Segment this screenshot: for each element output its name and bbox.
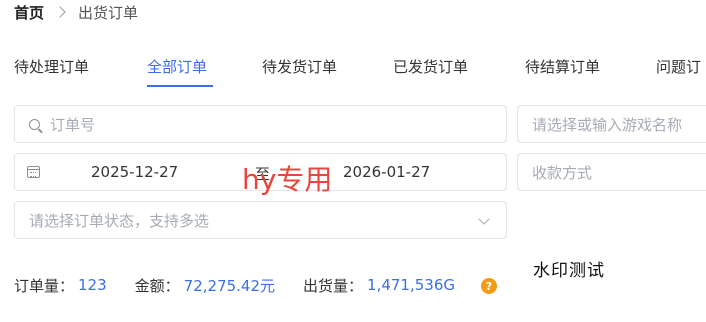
order-count-label: 订单量： bbox=[14, 276, 75, 295]
tab-problem[interactable]: 问题订 bbox=[656, 56, 701, 77]
date-start[interactable]: 2025-12-27 bbox=[91, 163, 178, 181]
date-range-picker[interactable]: 2025-12-27 至 2026-01-27 bbox=[14, 153, 507, 191]
order-number-placeholder: 订单号 bbox=[50, 115, 96, 134]
order-stats: 订单量： 123 金额： 72,275.42元 出货量： 1,471,536G … bbox=[14, 275, 497, 295]
chevron-right-icon bbox=[54, 6, 66, 18]
tab-shipped[interactable]: 已发货订单 bbox=[393, 56, 468, 77]
tab-to-settle[interactable]: 待结算订单 bbox=[525, 56, 600, 77]
breadcrumb-home[interactable]: 首页 bbox=[14, 2, 44, 23]
tab-pending[interactable]: 待处理订单 bbox=[14, 56, 89, 77]
shipment-label: 出货量： bbox=[303, 276, 364, 295]
order-tabs: 待处理订单 全部订单 待发货订单 已发货订单 待结算订单 问题订 bbox=[0, 48, 706, 88]
tab-all[interactable]: 全部订单 bbox=[147, 56, 207, 77]
game-select-placeholder: 请选择或输入游戏名称 bbox=[532, 115, 683, 134]
search-icon bbox=[29, 118, 40, 130]
tab-to-ship[interactable]: 待发货订单 bbox=[262, 56, 337, 77]
date-end[interactable]: 2026-01-27 bbox=[343, 163, 430, 181]
amount-value: 72,275.42元 bbox=[183, 276, 276, 295]
order-status-placeholder: 请选择订单状态，支持多选 bbox=[29, 211, 210, 230]
payment-method-select[interactable]: 收款方式 bbox=[517, 153, 706, 191]
test-watermark: 水印测试 bbox=[533, 261, 605, 281]
game-select[interactable]: 请选择或输入游戏名称 bbox=[517, 105, 706, 143]
active-tab-indicator bbox=[147, 85, 213, 87]
shipment-value: 1,471,536G bbox=[367, 276, 455, 294]
payment-method-placeholder: 收款方式 bbox=[532, 163, 593, 182]
order-count-value: 123 bbox=[78, 276, 107, 294]
help-icon[interactable]: ? bbox=[481, 278, 497, 294]
calendar-icon bbox=[27, 166, 40, 178]
breadcrumb-current: 出货订单 bbox=[78, 3, 139, 22]
order-status-select[interactable]: 请选择订单状态，支持多选 bbox=[14, 201, 507, 239]
breadcrumb: 首页 出货订单 bbox=[14, 2, 138, 22]
chevron-down-icon[interactable] bbox=[478, 213, 490, 225]
date-separator: 至 bbox=[255, 165, 271, 183]
order-number-input[interactable]: 订单号 bbox=[14, 105, 507, 143]
amount-label: 金额： bbox=[134, 276, 180, 295]
